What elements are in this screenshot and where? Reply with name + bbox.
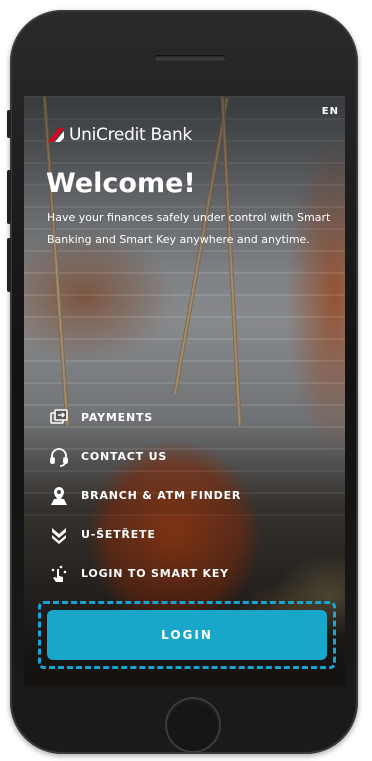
menu-item-payments[interactable]: PAYMENTS — [46, 398, 306, 437]
login-button[interactable]: LOGIN — [47, 610, 327, 660]
welcome-title: Welcome! — [46, 168, 196, 199]
map-pin-icon — [46, 483, 72, 509]
menu-item-branch-atm-finder[interactable]: BRANCH & ATM FINDER — [46, 476, 306, 515]
unicredit-logo-icon — [48, 128, 64, 142]
smart-key-touch-icon — [46, 561, 72, 587]
payments-icon — [46, 405, 72, 431]
quick-menu: PAYMENTS CONTACT US BRANCH & ATM FINDER … — [46, 398, 306, 593]
menu-item-u-setrete[interactable]: U-ŠETŘETE — [46, 515, 306, 554]
app-screen: EN UniCredit Bank Welcome! Have your fin… — [24, 96, 345, 686]
login-highlight: LOGIN — [38, 601, 336, 669]
volume-down-button — [7, 238, 11, 292]
menu-item-label: CONTACT US — [81, 450, 168, 463]
earpiece-speaker — [154, 55, 226, 61]
mute-switch — [7, 110, 11, 138]
menu-item-label: LOGIN TO SMART KEY — [81, 567, 229, 580]
menu-item-label: PAYMENTS — [81, 411, 153, 424]
brand-logo: UniCredit Bank — [46, 125, 192, 145]
menu-item-smart-key-login[interactable]: LOGIN TO SMART KEY — [46, 554, 306, 593]
menu-item-contact-us[interactable]: CONTACT US — [46, 437, 306, 476]
volume-up-button — [7, 170, 11, 224]
savings-chevron-icon — [46, 522, 72, 548]
brand-name: UniCredit Bank — [69, 125, 192, 145]
menu-item-label: BRANCH & ATM FINDER — [81, 489, 242, 502]
home-button[interactable] — [165, 697, 221, 753]
language-toggle[interactable]: EN — [322, 106, 339, 117]
headset-icon — [46, 444, 72, 470]
welcome-text: Have your finances safely under control … — [47, 211, 331, 246]
menu-item-label: U-ŠETŘETE — [81, 528, 156, 541]
